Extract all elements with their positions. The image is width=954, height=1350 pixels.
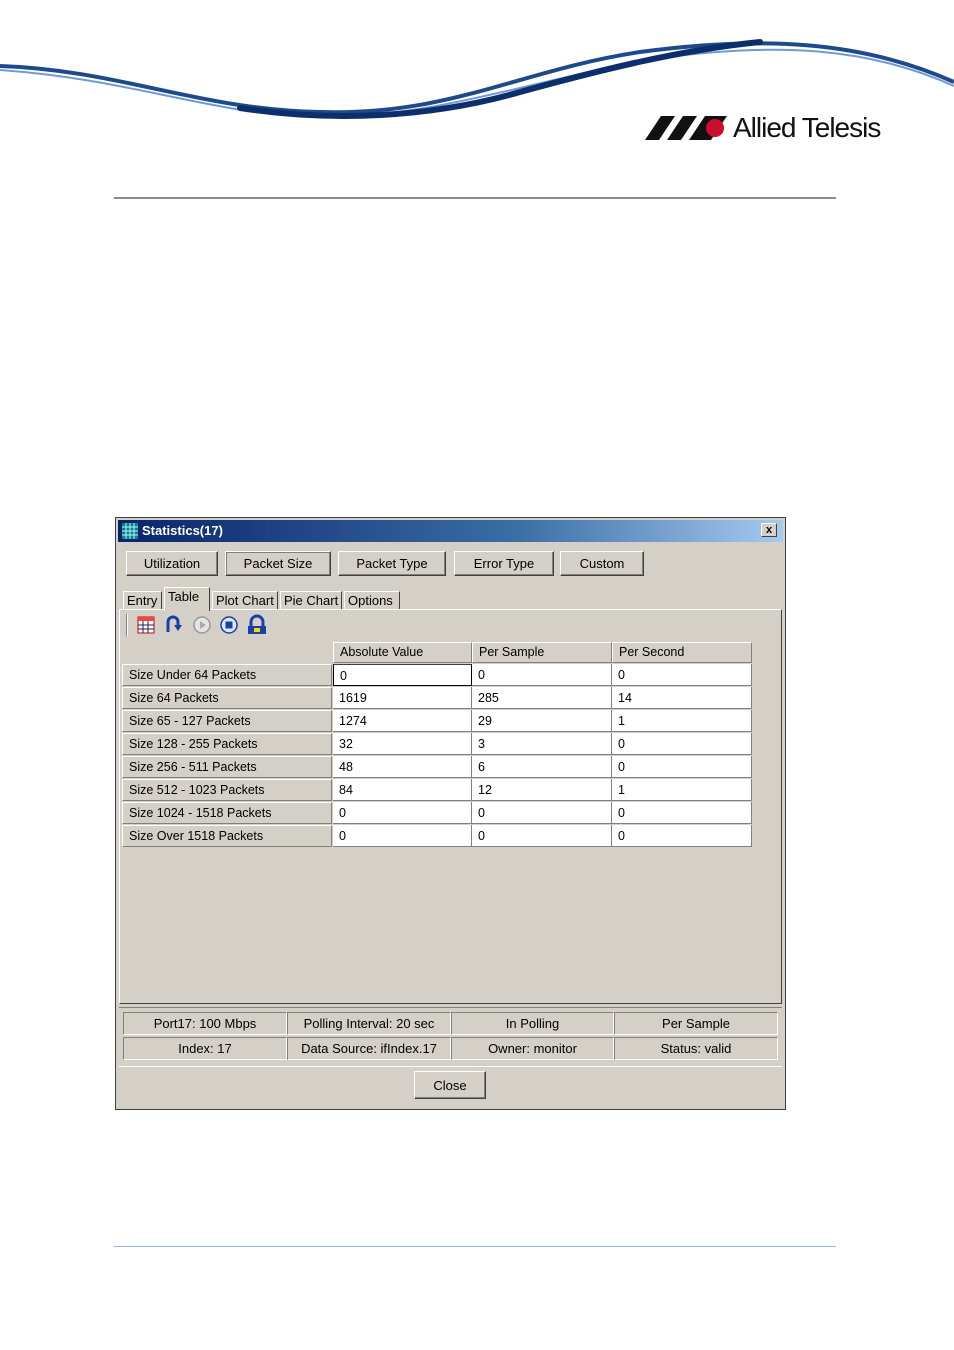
row-header-1024-1518: Size 1024 - 1518 Packets (122, 802, 332, 824)
table-cell[interactable]: 0 (612, 664, 752, 686)
column-header-per-second[interactable]: Per Second (612, 642, 752, 663)
table-cell[interactable]: 0 (472, 664, 612, 686)
table-cell[interactable]: 0 (472, 825, 612, 847)
table-cell[interactable]: 12 (472, 779, 612, 801)
table-cell[interactable]: 0 (612, 825, 752, 847)
table-cell[interactable]: 3 (472, 733, 612, 755)
footer-rule (114, 1246, 836, 1247)
table-cell[interactable]: 0 (612, 756, 752, 778)
header-rule (114, 197, 836, 199)
status-index: Index: 17 (123, 1037, 287, 1060)
row-header-under-64: Size Under 64 Packets (122, 664, 332, 686)
poll-icon[interactable] (246, 614, 268, 636)
row-header-over-1518: Size Over 1518 Packets (122, 825, 332, 847)
tab-pie-chart[interactable]: Pie Chart (280, 591, 342, 610)
table-cell[interactable]: 0 (472, 802, 612, 824)
table-cell[interactable]: 6 (472, 756, 612, 778)
status-polling-interval: Polling Interval: 20 sec (287, 1012, 451, 1035)
status-data-source: Data Source: ifIndex.17 (287, 1037, 451, 1060)
table-cell[interactable]: 0 (333, 802, 472, 824)
refresh-icon[interactable] (162, 614, 184, 636)
utilization-button[interactable]: Utilization (126, 551, 218, 576)
play-icon[interactable] (191, 614, 213, 636)
grid-icon[interactable] (135, 614, 157, 636)
packet-size-button[interactable]: Packet Size (225, 551, 331, 576)
table-cell[interactable]: 0 (612, 733, 752, 755)
row-header-65-127: Size 65 - 127 Packets (122, 710, 332, 732)
close-button[interactable]: Close (414, 1071, 486, 1099)
table-cell[interactable]: 0 (333, 825, 472, 847)
row-header-128-255: Size 128 - 255 Packets (122, 733, 332, 755)
column-header-absolute[interactable]: Absolute Value (333, 642, 472, 663)
statistics-window: Statistics(17) x Utilization Packet Size… (115, 517, 786, 1110)
tab-table[interactable]: Table (164, 587, 210, 611)
logo-mark-icon (645, 116, 727, 140)
table-cell[interactable]: 0 (333, 664, 472, 686)
table-cell[interactable]: 1 (612, 779, 752, 801)
status-owner: Owner: monitor (451, 1037, 614, 1060)
table-cell[interactable]: 285 (472, 687, 612, 709)
allied-telesis-logo: Allied Telesis (645, 108, 905, 148)
table-cell[interactable]: 1619 (333, 687, 472, 709)
brand-name: Allied Telesis (733, 112, 881, 143)
table-cell[interactable]: 1274 (333, 710, 472, 732)
table-cell[interactable]: 0 (612, 802, 752, 824)
row-header-512-1023: Size 512 - 1023 Packets (122, 779, 332, 801)
status-polling-state: In Polling (451, 1012, 614, 1035)
table-cell[interactable]: 1 (612, 710, 752, 732)
window-title: Statistics(17) (142, 523, 223, 538)
tab-plot-chart[interactable]: Plot Chart (212, 591, 278, 610)
status-mode: Per Sample (614, 1012, 778, 1035)
table-cell[interactable]: 48 (333, 756, 472, 778)
status-panel: Port17: 100 Mbps Polling Interval: 20 se… (123, 1012, 778, 1062)
row-header-64: Size 64 Packets (122, 687, 332, 709)
table-cell[interactable]: 14 (612, 687, 752, 709)
column-header-per-sample[interactable]: Per Sample (472, 642, 612, 663)
statistics-app-icon (122, 523, 138, 539)
toolbar-separator (126, 614, 128, 636)
close-window-icon[interactable]: x (761, 523, 777, 537)
table-cell[interactable]: 29 (472, 710, 612, 732)
error-type-button[interactable]: Error Type (454, 551, 554, 576)
table-cell[interactable]: 32 (333, 733, 472, 755)
tab-entry[interactable]: Entry (123, 591, 162, 610)
tab-options[interactable]: Options (344, 591, 400, 610)
status-valid: Status: valid (614, 1037, 778, 1060)
custom-button[interactable]: Custom (560, 551, 644, 576)
row-header-256-511: Size 256 - 511 Packets (122, 756, 332, 778)
table-cell[interactable]: 84 (333, 779, 472, 801)
stop-icon[interactable] (218, 614, 240, 636)
status-port: Port17: 100 Mbps (123, 1012, 287, 1035)
title-bar[interactable]: Statistics(17) x (118, 520, 783, 542)
packet-type-button[interactable]: Packet Type (338, 551, 446, 576)
